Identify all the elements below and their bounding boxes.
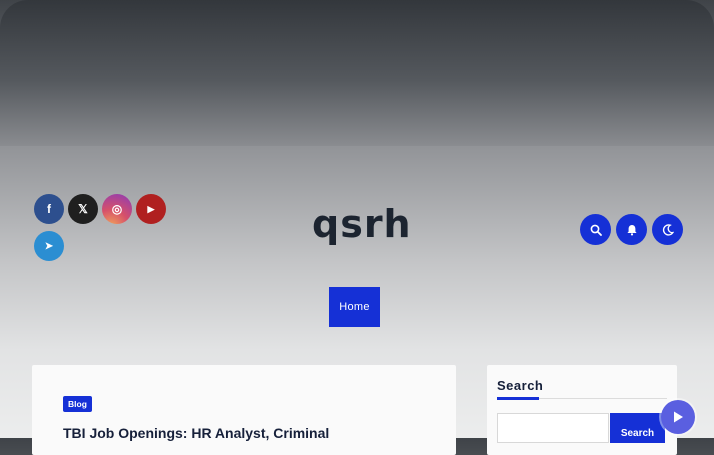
site-logo[interactable]: qsrh (312, 205, 412, 243)
social-links-row-2: ➤ (34, 231, 64, 261)
search-icon (590, 224, 602, 236)
post-card: Blog TBI Job Openings: HR Analyst, Crimi… (32, 365, 456, 455)
youtube-link[interactable]: ▶ (136, 194, 166, 224)
search-button-header[interactable] (580, 214, 611, 245)
instagram-link[interactable]: ◎ (102, 194, 132, 224)
facebook-icon: f (47, 202, 51, 216)
search-input[interactable] (497, 413, 609, 443)
search-widget-title: Search (497, 378, 544, 393)
telegram-link[interactable]: ➤ (34, 231, 64, 261)
search-submit-button[interactable]: Search (610, 413, 665, 443)
floating-play-button[interactable] (661, 400, 695, 434)
youtube-icon: ▶ (147, 203, 155, 214)
x-icon: 𝕏 (78, 202, 88, 216)
post-title[interactable]: TBI Job Openings: HR Analyst, Criminal (63, 425, 453, 441)
nav-item-home[interactable]: Home (329, 287, 380, 327)
bell-icon (626, 224, 637, 235)
moon-icon (662, 223, 674, 236)
facebook-link[interactable]: f (34, 194, 64, 224)
play-icon (674, 411, 683, 423)
dark-mode-toggle[interactable] (652, 214, 683, 245)
notifications-button[interactable] (616, 214, 647, 245)
nav-home-label: Home (339, 301, 370, 313)
category-badge[interactable]: Blog (63, 396, 92, 412)
x-link[interactable]: 𝕏 (68, 194, 98, 224)
top-banner (0, 0, 714, 146)
title-underline (497, 397, 539, 400)
social-links-row-1: f 𝕏 ◎ ▶ (34, 194, 166, 224)
sidebar-search-widget: Search Search (487, 365, 677, 455)
telegram-icon: ➤ (44, 240, 54, 252)
instagram-icon: ◎ (111, 202, 123, 216)
